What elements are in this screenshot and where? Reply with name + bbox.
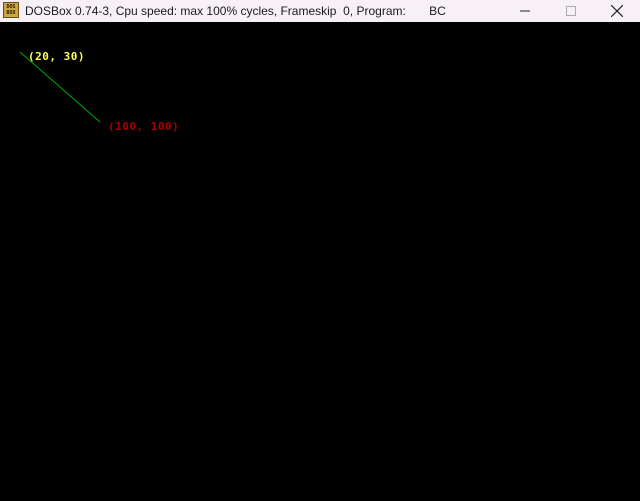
dosbox-app-icon[interactable]: DOS BOX — [3, 2, 19, 18]
close-icon — [611, 5, 623, 17]
maximize-button[interactable] — [548, 0, 594, 22]
start-point-label: (20, 30) — [28, 50, 85, 63]
app-icon-line2: BOX — [6, 10, 16, 16]
minimize-button[interactable] — [502, 0, 548, 22]
dosbox-window: DOS BOX DOSBox 0.74-3, Cpu speed: max 10… — [0, 0, 640, 501]
end-point-label: (100, 100) — [108, 120, 180, 133]
minimize-icon — [520, 10, 530, 12]
window-title: DOSBox 0.74-3, Cpu speed: max 100% cycle… — [25, 4, 446, 18]
title-bar[interactable]: DOS BOX DOSBox 0.74-3, Cpu speed: max 10… — [0, 0, 640, 22]
maximize-icon — [566, 6, 576, 16]
graphics-canvas — [19, 51, 101, 123]
close-button[interactable] — [594, 0, 640, 22]
dos-screen[interactable]: (20, 30) (100, 100) — [0, 22, 640, 501]
